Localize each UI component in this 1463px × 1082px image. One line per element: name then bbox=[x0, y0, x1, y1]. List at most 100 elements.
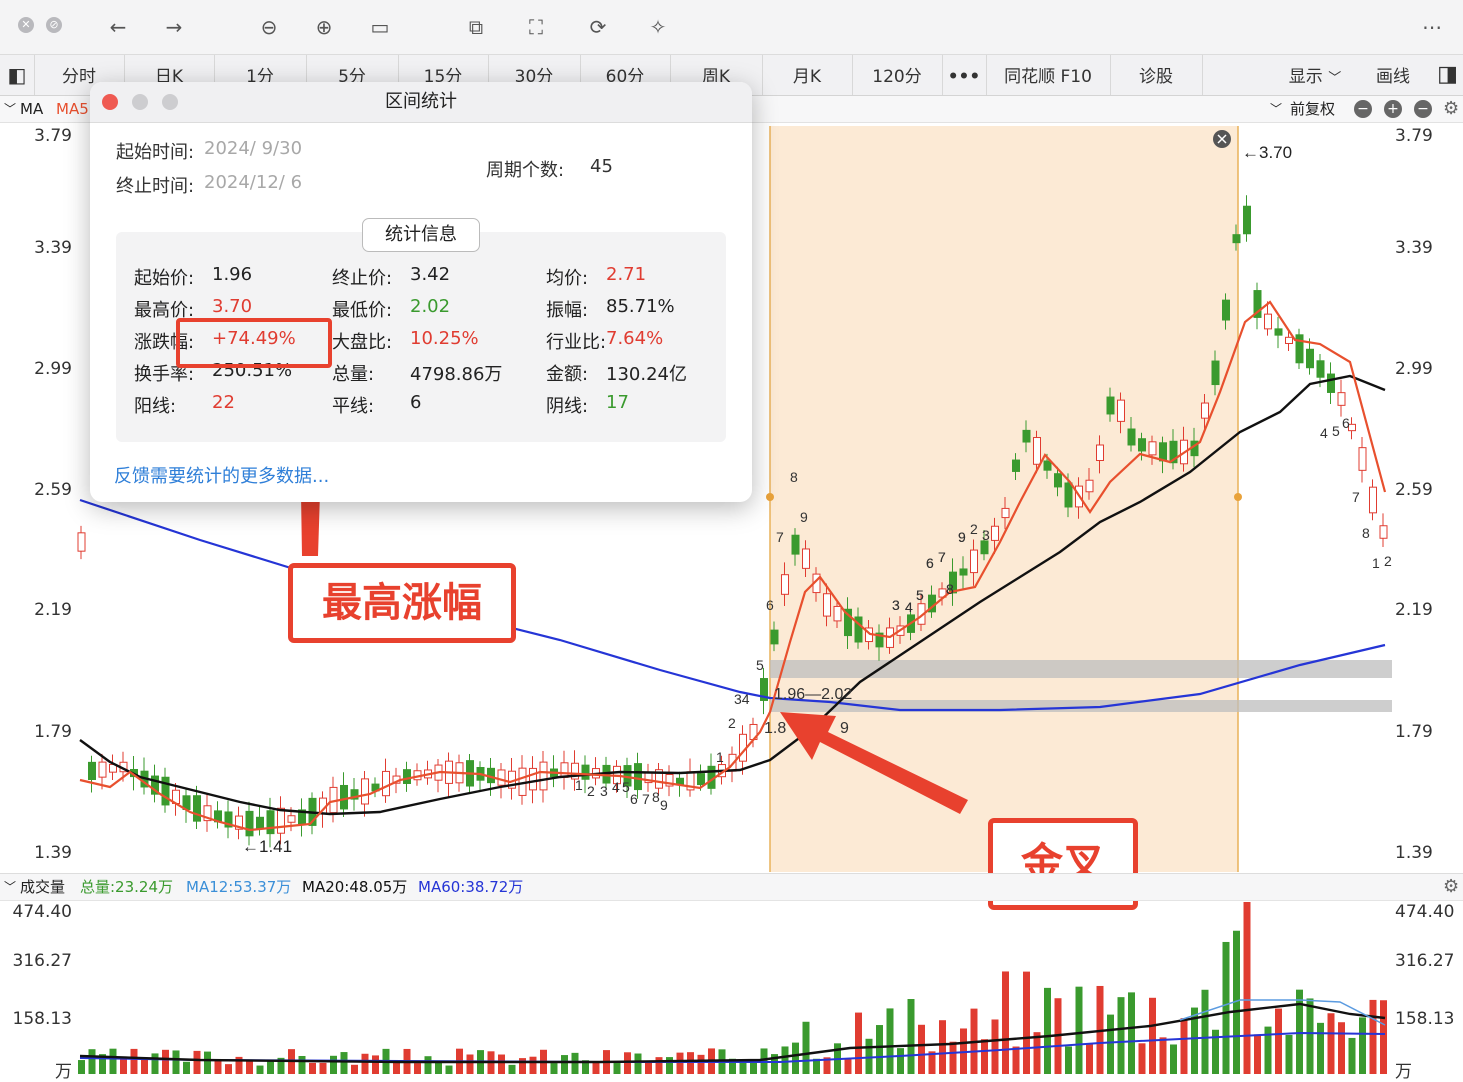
sequence-label: 4 bbox=[612, 779, 620, 795]
magic-wand-icon[interactable]: ✧ bbox=[644, 13, 672, 41]
stat-label: 终止价: bbox=[332, 268, 393, 289]
candle bbox=[1337, 392, 1346, 406]
copy-icon[interactable]: ⧉ bbox=[462, 13, 490, 41]
start-time-value[interactable]: 2024/ 9/30 bbox=[204, 138, 302, 159]
volume-ma60: MA60:38.72万 bbox=[418, 878, 524, 896]
sequence-label: 7 bbox=[1352, 489, 1360, 505]
volume-bar bbox=[1012, 1046, 1020, 1074]
range-handle[interactable] bbox=[766, 493, 774, 501]
volume-bar bbox=[918, 1024, 925, 1074]
candle bbox=[1054, 473, 1062, 488]
candle bbox=[1316, 360, 1325, 378]
volume-bar bbox=[340, 1052, 348, 1074]
draw-line-button[interactable]: 画线 bbox=[1360, 55, 1426, 95]
sequence-label: 8 bbox=[946, 581, 954, 597]
volume-bar bbox=[792, 1042, 799, 1074]
volume-bar bbox=[1033, 1032, 1041, 1074]
minus-icon[interactable]: − bbox=[1414, 100, 1432, 118]
sequence-label: 2 bbox=[970, 521, 978, 537]
sequence-label: 2 bbox=[1384, 553, 1392, 569]
tab-monthly[interactable]: 月K bbox=[762, 55, 853, 95]
chevron-down-icon[interactable]: ﹀ bbox=[1270, 96, 1282, 122]
chevron-down-icon[interactable]: ﹀ bbox=[4, 96, 16, 122]
candle bbox=[581, 764, 590, 780]
candle bbox=[1064, 482, 1073, 508]
zoom-out-icon[interactable]: ⊖ bbox=[255, 13, 283, 41]
volume-bar bbox=[1086, 1044, 1093, 1074]
display-label: 显示 bbox=[1288, 67, 1323, 87]
ma-label: MA bbox=[20, 100, 44, 118]
volume-ma20-line bbox=[79, 1002, 1386, 1064]
volume-bar bbox=[1075, 986, 1083, 1074]
volume-chart[interactable] bbox=[0, 900, 1463, 1080]
maximize-window-button[interactable] bbox=[162, 94, 178, 110]
candle bbox=[1127, 428, 1136, 446]
rotate-icon[interactable]: ⟳ bbox=[584, 13, 612, 41]
sequence-label: 3 bbox=[892, 597, 900, 613]
volume-bar bbox=[414, 1063, 421, 1074]
stat-value: 10.25% bbox=[410, 328, 479, 349]
range-handle[interactable] bbox=[1234, 493, 1242, 501]
volume-bar bbox=[141, 1059, 148, 1074]
back-arrow-icon[interactable]: ← bbox=[104, 13, 132, 41]
gear-icon[interactable]: ⚙ bbox=[1443, 874, 1459, 900]
volume-bar bbox=[844, 1058, 852, 1074]
volume-bar bbox=[687, 1052, 694, 1074]
stat-value: 130.24亿 bbox=[606, 364, 687, 385]
volume-bar bbox=[1348, 1037, 1356, 1074]
candle bbox=[1012, 459, 1020, 472]
more-tabs-button[interactable]: ••• bbox=[942, 55, 987, 95]
zoom-in-icon[interactable]: ⊕ bbox=[310, 13, 338, 41]
high-price-label: ←3.70 bbox=[1242, 143, 1292, 162]
volume-bar bbox=[330, 1055, 337, 1074]
chevron-down-icon[interactable]: ﹀ bbox=[4, 874, 16, 900]
tab-diagnose[interactable]: 诊股 bbox=[1110, 55, 1203, 95]
stat-value: 2.02 bbox=[410, 296, 451, 317]
stat-label: 行业比: bbox=[546, 332, 607, 353]
close-icon[interactable]: ✕ bbox=[18, 17, 34, 33]
close-window-button[interactable] bbox=[102, 94, 118, 110]
sequence-label: 1 bbox=[1372, 555, 1380, 571]
feedback-link[interactable]: 反馈需要统计的更多数据... bbox=[114, 462, 329, 488]
gear-icon[interactable]: ⚙ bbox=[1443, 96, 1459, 122]
adjust-mode-label[interactable]: 前复权 bbox=[1290, 96, 1335, 122]
sequence-label: 5 bbox=[1332, 423, 1340, 439]
forward-arrow-icon[interactable]: → bbox=[160, 13, 188, 41]
tab-120min[interactable]: 120分 bbox=[852, 55, 943, 95]
sidebar-toggle-icon[interactable]: ◧ bbox=[0, 55, 35, 95]
panel-toggle-icon[interactable]: ◨ bbox=[1432, 55, 1463, 95]
minimize-window-button[interactable] bbox=[132, 94, 148, 110]
sequence-label: 9 bbox=[660, 797, 668, 813]
sequence-label: 5 bbox=[622, 779, 630, 795]
stop-icon[interactable]: ⊘ bbox=[46, 17, 62, 33]
fit-width-icon[interactable]: ▭ bbox=[366, 13, 394, 41]
candle bbox=[1159, 442, 1167, 462]
volume-bar bbox=[991, 1019, 999, 1074]
screenshot-icon[interactable]: ⛶ bbox=[522, 13, 550, 41]
volume-bar bbox=[256, 1065, 264, 1074]
volume-bar bbox=[183, 1061, 190, 1074]
end-time-value[interactable]: 2024/12/ 6 bbox=[204, 172, 302, 193]
volume-bar bbox=[1107, 1014, 1114, 1074]
candle bbox=[1148, 441, 1157, 456]
volume-bar bbox=[613, 1061, 621, 1074]
volume-bar bbox=[162, 1049, 169, 1074]
more-icon[interactable]: ⋯ bbox=[1418, 13, 1446, 41]
close-range-button[interactable] bbox=[1213, 130, 1231, 148]
volume-bar bbox=[1243, 902, 1251, 1074]
volume-bar bbox=[88, 1049, 96, 1074]
minus-icon[interactable]: − bbox=[1354, 100, 1372, 118]
volume-bar bbox=[267, 1060, 274, 1074]
volume-bar bbox=[949, 1041, 957, 1074]
chevron-down-icon: ﹀ bbox=[1328, 71, 1342, 86]
sequence-label: 7 bbox=[938, 549, 946, 565]
plus-icon[interactable]: + bbox=[1384, 100, 1402, 118]
tab-f10[interactable]: 同花顺 F10 bbox=[986, 55, 1111, 95]
candle bbox=[1043, 460, 1052, 471]
volume-bar bbox=[435, 1062, 442, 1074]
display-button[interactable]: 显示 ﹀ bbox=[1270, 55, 1360, 95]
start-time-label: 起始时间: bbox=[116, 142, 195, 163]
volume-bar bbox=[592, 1061, 600, 1074]
volume-bar bbox=[550, 1063, 558, 1074]
volume-ma12-line bbox=[1179, 999, 1386, 1026]
